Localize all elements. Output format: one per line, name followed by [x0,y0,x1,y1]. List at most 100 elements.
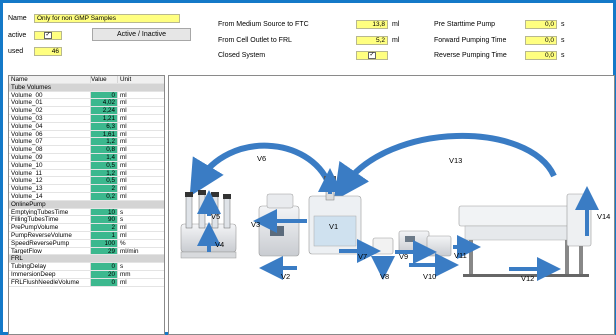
param-value-cell[interactable]: 0 [91,263,118,270]
table-row[interactable]: Volume_12 0,5 ml [9,177,164,186]
param-value-cell[interactable]: 0 [91,91,118,99]
param-name-cell: FillingTubesTime [9,216,91,224]
label-v11: V11 [454,251,467,260]
param-unit-cell: s [120,263,124,270]
param-value-cell[interactable]: 1,4 [91,153,118,161]
table-row[interactable]: FRLFlushNeedleVolume 0 ml [9,278,164,287]
label-v14: V14 [597,212,610,221]
active-inactive-button[interactable]: Active / Inactive [92,28,191,41]
param-value-cell[interactable]: 1,61 [91,130,118,138]
label-v8: V8 [380,272,389,281]
setting-medium-to-ftc: From Medium Source to FTC 13,8 ml [218,18,399,30]
param-unit-cell: ml [120,107,127,114]
param-name-cell: Volume_02 [9,107,91,114]
param-value-cell[interactable]: 90 [91,216,118,224]
param-value-cell[interactable]: 4,02 [91,99,118,107]
param-name-cell: PrePumpVolume [9,224,91,231]
active-checkbox[interactable]: ✓ [44,31,52,39]
table-group-row[interactable]: Tube Volumes [9,83,164,92]
table-row[interactable]: Volume_10 0,5 ml [9,161,164,170]
table-row[interactable]: Volume_06 1,61 ml [9,130,164,139]
param-value-cell[interactable]: 29 [91,247,118,255]
param-name-cell: Volume_03 [9,114,91,122]
table-row[interactable]: Volume_11 1,2 ml [9,169,164,178]
name-field[interactable]: Only for non GMP Samples [34,13,180,23]
name-label: Name [8,14,27,22]
column-header-name[interactable]: Name [9,76,91,83]
param-value-cell[interactable]: 1 [91,231,118,239]
table-row[interactable]: ImmersionDeep 20 mm [9,270,164,279]
setting-value-field[interactable]: 5,2 [356,35,388,45]
param-value-cell[interactable]: 10 [91,208,118,216]
param-name-cell: Volume_13 [9,185,91,192]
param-value-cell[interactable]: 0,8 [91,146,118,153]
table-row[interactable]: Volume_07 1,2 ml [9,138,164,147]
label-v5: V5 [211,212,220,221]
label-v12: V12 [521,274,534,283]
param-value-cell[interactable]: 0 [91,278,118,286]
param-name-cell: Volume_01 [9,99,91,107]
table-row[interactable]: Volume_04 6,3 ml [9,122,164,131]
setting-label: Closed System [218,51,266,59]
param-value-cell[interactable]: 0,5 [91,161,118,169]
table-row[interactable]: FillingTubesTime 90 s [9,216,164,225]
table-row[interactable]: PumpReverseVolume 1 ml [9,231,164,240]
setting-value-field[interactable]: 0,0 [525,19,557,29]
table-row[interactable]: Volume_08 0,8 ml [9,146,164,154]
arrow-v6 [189,142,332,197]
diagram-svg: V1 V2 V3 V4 V5 V6 V7 V8 V9 V10 V11 V12 V… [180,132,610,283]
column-header-unit[interactable]: Unit [118,76,164,83]
closed-system-checkbox[interactable]: ✓ [368,51,376,59]
table-group-row[interactable]: OnlinePump [9,200,164,209]
label-v7: V7 [358,252,367,261]
closed-system-checkbox-cell[interactable]: ✓ [356,50,388,60]
setting-cell-outlet-to-frl: From Cell Outlet to FRL 5,2 ml [218,34,399,46]
param-value-cell[interactable]: 0,5 [91,177,118,185]
active-checkbox-cell[interactable]: ✓ [34,30,62,40]
setting-value-field[interactable]: 0,0 [525,35,557,45]
param-value-cell[interactable]: 1,21 [91,114,118,122]
table-row[interactable]: PrePumpVolume 2 ml [9,224,164,232]
param-value-cell[interactable]: 100 [91,239,118,247]
param-unit-cell: % [120,239,126,247]
param-value-cell[interactable]: 1,2 [91,138,118,146]
param-value-cell[interactable]: 0,2 [91,192,118,200]
table-row[interactable]: Volume_03 1,21 ml [9,114,164,123]
param-value-cell[interactable]: 2 [91,185,118,192]
table-header: Name Value Unit [9,76,164,84]
table-row[interactable]: SpeedReversePump 100% [9,239,164,248]
param-name-cell: Volume_10 [9,161,91,169]
table-row[interactable]: TubingDelay 0 s [9,263,164,271]
param-value-cell[interactable]: 20 [91,270,118,278]
table-row[interactable]: Volume_09 1,4 ml [9,153,164,162]
param-unit-cell: ml [120,169,127,177]
param-name-cell: FRLFlushNeedleVolume [9,278,91,286]
sampler-device [258,193,300,257]
param-unit-cell: ml [120,146,127,153]
table-row[interactable]: TargetFlow 29 ml/min [9,247,164,256]
table-row[interactable]: Volume_02 2,24 ml [9,107,164,115]
param-unit-cell: ml [120,278,127,286]
label-v9: V9 [399,252,408,261]
table-group-row[interactable]: FRL [9,255,164,264]
setting-unit: s [561,20,565,28]
table-row[interactable]: EmptyingTubesTime 10 s [9,208,164,217]
table-row[interactable]: Volume_13 2 ml [9,185,164,193]
setting-pre-starttime-pump: Pre Starttime Pump 0,0 s [434,18,565,30]
table-row[interactable]: Volume_00 0 ml [9,91,164,100]
active-label: active [8,31,27,39]
valve-box-device [372,237,394,255]
used-row: used 46 [8,45,62,57]
param-value-cell[interactable]: 2,24 [91,107,118,114]
param-value-cell[interactable]: 2 [91,224,118,231]
param-value-cell[interactable]: 1,2 [91,169,118,177]
setting-value-field[interactable]: 13,8 [356,19,388,29]
param-unit-cell: ml [120,231,127,239]
table-row[interactable]: Volume_14 0,2 ml [9,192,164,201]
label-v6: V6 [257,154,266,163]
param-name-cell: Volume_12 [9,177,91,185]
column-header-value[interactable]: Value [91,76,118,83]
table-row[interactable]: Volume_01 4,02 ml [9,99,164,108]
param-value-cell[interactable]: 6,3 [91,122,118,130]
setting-value-field[interactable]: 0,0 [525,50,557,60]
